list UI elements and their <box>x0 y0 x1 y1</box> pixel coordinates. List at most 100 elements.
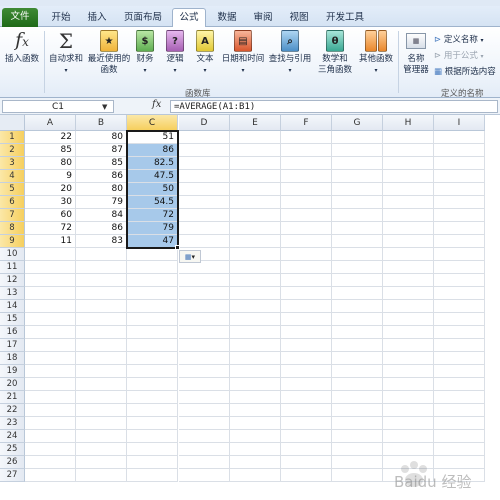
cell-C20[interactable] <box>127 378 178 391</box>
cell-H6[interactable] <box>383 196 434 209</box>
tab-insert[interactable]: 插入 <box>80 9 114 27</box>
tab-review[interactable]: 审阅 <box>246 9 280 27</box>
cell-F26[interactable] <box>281 456 332 469</box>
cell-D2[interactable] <box>179 144 230 157</box>
row-header-25[interactable]: 25 <box>0 443 25 456</box>
cell-A22[interactable] <box>25 404 76 417</box>
cell-G15[interactable] <box>332 313 383 326</box>
cell-G2[interactable] <box>332 144 383 157</box>
cell-D21[interactable] <box>179 391 230 404</box>
cell-A13[interactable] <box>25 287 76 300</box>
cell-I5[interactable] <box>434 183 485 196</box>
cell-H1[interactable] <box>383 131 434 144</box>
cell-G27[interactable] <box>332 469 383 482</box>
name-manager-button[interactable]: ▦ 名称 管理器 <box>400 29 432 76</box>
cell-B4[interactable]: 86 <box>76 170 127 183</box>
cell-A12[interactable] <box>25 274 76 287</box>
cell-B22[interactable] <box>76 404 127 417</box>
cell-A23[interactable] <box>25 417 76 430</box>
cell-C16[interactable] <box>127 326 178 339</box>
tab-file[interactable]: 文件 <box>2 8 38 27</box>
cell-H23[interactable] <box>383 417 434 430</box>
cell-F5[interactable] <box>281 183 332 196</box>
insert-function-fx-icon[interactable]: fx <box>152 99 161 110</box>
cell-F10[interactable] <box>281 248 332 261</box>
cell-D24[interactable] <box>179 430 230 443</box>
column-header-E[interactable]: E <box>230 115 281 131</box>
cell-G18[interactable] <box>332 352 383 365</box>
column-header-A[interactable]: A <box>25 115 76 131</box>
cell-A20[interactable] <box>25 378 76 391</box>
column-header-F[interactable]: F <box>281 115 332 131</box>
cell-A8[interactable]: 72 <box>25 222 76 235</box>
row-header-4[interactable]: 4 <box>0 170 25 183</box>
cell-C21[interactable] <box>127 391 178 404</box>
cell-E24[interactable] <box>230 430 281 443</box>
row-header-10[interactable]: 10 <box>0 248 25 261</box>
cell-H11[interactable] <box>383 261 434 274</box>
cell-B21[interactable] <box>76 391 127 404</box>
cell-C25[interactable] <box>127 443 178 456</box>
cell-E9[interactable] <box>230 235 281 248</box>
cell-E22[interactable] <box>230 404 281 417</box>
cell-G5[interactable] <box>332 183 383 196</box>
cell-A17[interactable] <box>25 339 76 352</box>
cell-F14[interactable] <box>281 300 332 313</box>
cell-F20[interactable] <box>281 378 332 391</box>
cell-B18[interactable] <box>76 352 127 365</box>
cell-I11[interactable] <box>434 261 485 274</box>
cell-E23[interactable] <box>230 417 281 430</box>
cell-F17[interactable] <box>281 339 332 352</box>
cell-A24[interactable] <box>25 430 76 443</box>
cell-B6[interactable]: 79 <box>76 196 127 209</box>
cell-B9[interactable]: 83 <box>76 235 127 248</box>
cell-B19[interactable] <box>76 365 127 378</box>
row-header-5[interactable]: 5 <box>0 183 25 196</box>
select-all-corner[interactable] <box>0 115 25 131</box>
row-header-12[interactable]: 12 <box>0 274 25 287</box>
cell-D22[interactable] <box>179 404 230 417</box>
cell-I24[interactable] <box>434 430 485 443</box>
tab-page-layout[interactable]: 页面布局 <box>118 9 168 27</box>
cell-F12[interactable] <box>281 274 332 287</box>
cell-F24[interactable] <box>281 430 332 443</box>
cell-E10[interactable] <box>230 248 281 261</box>
cell-B17[interactable] <box>76 339 127 352</box>
cell-B5[interactable]: 80 <box>76 183 127 196</box>
cell-D8[interactable] <box>179 222 230 235</box>
cell-A10[interactable] <box>25 248 76 261</box>
cell-H13[interactable] <box>383 287 434 300</box>
cell-G10[interactable] <box>332 248 383 261</box>
cell-C23[interactable] <box>127 417 178 430</box>
autosum-button[interactable]: Σ 自动求和 ▾ <box>46 29 86 76</box>
cell-C26[interactable] <box>127 456 178 469</box>
cell-D26[interactable] <box>179 456 230 469</box>
cell-H14[interactable] <box>383 300 434 313</box>
cell-A21[interactable] <box>25 391 76 404</box>
column-header-B[interactable]: B <box>76 115 127 131</box>
cell-B27[interactable] <box>76 469 127 482</box>
row-header-6[interactable]: 6 <box>0 196 25 209</box>
cell-H5[interactable] <box>383 183 434 196</box>
cell-D18[interactable] <box>179 352 230 365</box>
cell-H2[interactable] <box>383 144 434 157</box>
cell-H22[interactable] <box>383 404 434 417</box>
cell-H18[interactable] <box>383 352 434 365</box>
column-header-I[interactable]: I <box>434 115 485 131</box>
cell-C1[interactable]: 51 <box>127 131 178 144</box>
cell-C11[interactable] <box>127 261 178 274</box>
cell-A11[interactable] <box>25 261 76 274</box>
row-header-24[interactable]: 24 <box>0 430 25 443</box>
more-functions-button[interactable]: 其他函数 ▾ <box>356 29 396 76</box>
cell-D1[interactable] <box>179 131 230 144</box>
cell-E5[interactable] <box>230 183 281 196</box>
cell-G22[interactable] <box>332 404 383 417</box>
cell-F18[interactable] <box>281 352 332 365</box>
cell-C24[interactable] <box>127 430 178 443</box>
cell-A6[interactable]: 30 <box>25 196 76 209</box>
cell-D7[interactable] <box>179 209 230 222</box>
tab-data[interactable]: 数据 <box>210 9 244 27</box>
cell-A9[interactable]: 11 <box>25 235 76 248</box>
cell-E27[interactable] <box>230 469 281 482</box>
create-from-selection-button[interactable]: ▦ 根据所选内容 <box>434 65 496 77</box>
